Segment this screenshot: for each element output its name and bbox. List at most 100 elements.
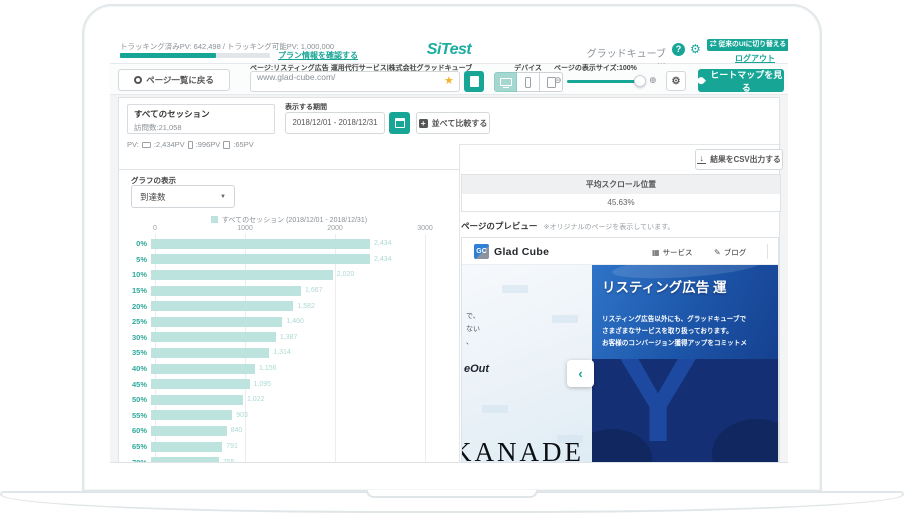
chart-category-label: 55% <box>119 411 151 420</box>
chart-row: 5%2,434 <box>119 252 459 268</box>
chart-bar <box>151 254 370 264</box>
chart-bar <box>151 426 227 436</box>
chart-value-label: 2,434 <box>374 240 392 247</box>
date-range-input[interactable]: 2018/12/01 - 2018/12/31 <box>285 112 385 134</box>
chart-category-label: 20% <box>119 302 151 311</box>
chart-category-label: 65% <box>119 442 151 451</box>
chart-value-label: 1,314 <box>273 349 291 356</box>
hero-photo: Y <box>592 359 779 463</box>
device-mobile-button[interactable] <box>517 72 540 92</box>
legend-swatch <box>211 216 218 223</box>
chart-bar <box>151 239 370 249</box>
chart-row: 70%755 <box>119 454 459 463</box>
divider <box>119 169 459 170</box>
period-label: 表示する期間 <box>285 102 327 112</box>
chart-row: 20%1,582 <box>119 298 459 314</box>
session-visits: 訪問数:21,058 <box>134 122 268 133</box>
desktop-icon <box>500 78 512 86</box>
laptop-notch <box>366 490 538 498</box>
page-preview-frame: GC Glad Cube ▦ サービス ✎ ブログ で、 ない <box>461 237 779 463</box>
chart-value-label: 1,460 <box>286 318 304 325</box>
zoom-out-icon[interactable]: ⊖ <box>554 75 562 86</box>
chart-value-label: 1,095 <box>254 381 272 388</box>
x-tick-label: 2000 <box>320 225 350 232</box>
logout-link[interactable]: ログアウト <box>735 53 775 64</box>
scroll-reach-bar-chart: 0%2,4345%2,43410%2,02015%1,66720%1,58225… <box>119 236 459 463</box>
page-size-label: ページの表示サイズ:100% <box>554 63 637 73</box>
hero-line: さまざまなサービスを取り扱っております。 <box>602 325 733 335</box>
preview-label-row: ページのプレビュー ※オリジナルのページを表示しています。 <box>461 220 781 232</box>
gladcube-logo-icon: GC <box>474 244 489 259</box>
chart-value-label: 903 <box>236 412 248 419</box>
settings-gear-icon[interactable]: ⚙ <box>690 43 701 56</box>
preview-nav-services[interactable]: ▦ サービス <box>652 247 693 258</box>
pv-breakdown-row: PV: :2,434PV :996PV :65PV <box>127 140 254 149</box>
photo-y-letter: Y <box>618 359 698 463</box>
chart-bar <box>151 332 276 342</box>
url-input[interactable]: www.glad-cube.com/ <box>250 71 460 92</box>
preview-nav-blog[interactable]: ✎ ブログ <box>714 247 746 258</box>
main-panel: すべてのセッション 訪問数:21,058 PV: :2,434PV :996PV… <box>118 97 780 463</box>
favorite-star-icon[interactable]: ★ <box>444 74 454 87</box>
slide-text-fragment: で、 <box>466 311 480 321</box>
chart-bar <box>151 270 333 280</box>
desktop-icon <box>142 142 151 148</box>
x-tick-label: 1000 <box>230 225 260 232</box>
zoom-slider-track[interactable] <box>567 80 643 83</box>
calendar-icon <box>395 118 405 128</box>
chart-category-label: 40% <box>119 364 151 373</box>
session-segment-box[interactable]: すべてのセッション 訪問数:21,058 <box>127 104 275 134</box>
chart-row: 65%791 <box>119 439 459 455</box>
view-heatmap-button[interactable]: ヒートマップを見る <box>698 69 784 92</box>
pv-desktop-value: :2,434PV <box>154 140 185 149</box>
pv-progress-bar <box>120 53 270 58</box>
pencil-icon: ✎ <box>714 248 721 257</box>
chart-row: 60%840 <box>119 423 459 439</box>
chart-value-label: 755 <box>223 459 235 463</box>
pv-progress-fill <box>120 53 216 58</box>
chart-row: 10%2,020 <box>119 267 459 283</box>
chart-value-label: 1,022 <box>247 396 265 403</box>
carousel-prev-button[interactable]: ‹ <box>567 360 594 387</box>
preview-site-header: GC Glad Cube ▦ サービス ✎ ブログ <box>462 238 779 265</box>
mobile-icon <box>525 77 531 88</box>
help-icon[interactable]: ? <box>672 43 685 56</box>
compare-button[interactable]: + 並べて比較する <box>416 112 490 134</box>
chart-value-label: 840 <box>231 427 243 434</box>
app-toolbar: ページ一覧に戻る ページ:リスティング広告 運用代行サービス|株式会社グラッドキ… <box>110 64 788 95</box>
device-desktop-button[interactable] <box>494 72 517 92</box>
metric-select[interactable]: 到達数 ▼ <box>131 185 235 208</box>
mobile-icon <box>188 141 193 149</box>
chart-category-label: 5% <box>119 255 151 264</box>
calendar-button[interactable] <box>389 112 410 134</box>
tablet-icon <box>223 141 230 149</box>
chart-bar <box>151 364 255 374</box>
gladcube-brand: Glad Cube <box>494 246 549 258</box>
slide-text-fragment: 、 <box>466 337 473 347</box>
zoom-slider-thumb[interactable] <box>634 75 646 87</box>
preview-title: ページのプレビュー <box>461 221 537 231</box>
chart-value-label: 1,156 <box>259 365 277 372</box>
chart-bar <box>151 410 232 420</box>
chart-category-label: 15% <box>119 286 151 295</box>
divider <box>767 244 768 259</box>
zoom-in-icon[interactable]: ⊕ <box>649 75 657 86</box>
x-tick-label: 3000 <box>410 225 440 232</box>
hero-title: リスティング広告 運 <box>602 276 726 296</box>
switch-ui-button[interactable]: ⇄ 従来のUIに切り替える <box>707 39 788 51</box>
back-to-page-list-button[interactable]: ページ一覧に戻る <box>118 69 230 91</box>
chart-bar <box>151 301 293 311</box>
plan-info-link[interactable]: プラン情報を確認する <box>278 50 358 61</box>
page-snapshot-button[interactable] <box>464 71 484 92</box>
avg-scroll-header: 平均スクロール位置 <box>461 174 781 195</box>
chart-bar <box>151 348 269 358</box>
sitest-app-window: トラッキング済みPV: 642,498 / トラッキング可能PV: 1,000,… <box>110 38 788 463</box>
zoom-settings-button[interactable]: ⚙ <box>666 71 686 91</box>
export-csv-button[interactable]: ↓ 結果をCSV出力する <box>695 149 783 170</box>
avg-scroll-value: 45.63% <box>461 194 781 212</box>
chart-bar <box>151 442 222 452</box>
chart-value-label: 1,667 <box>305 287 323 294</box>
chart-category-label: 30% <box>119 333 151 342</box>
chart-row: 30%1,387 <box>119 330 459 346</box>
sitest-logo: SiTest <box>409 41 489 59</box>
